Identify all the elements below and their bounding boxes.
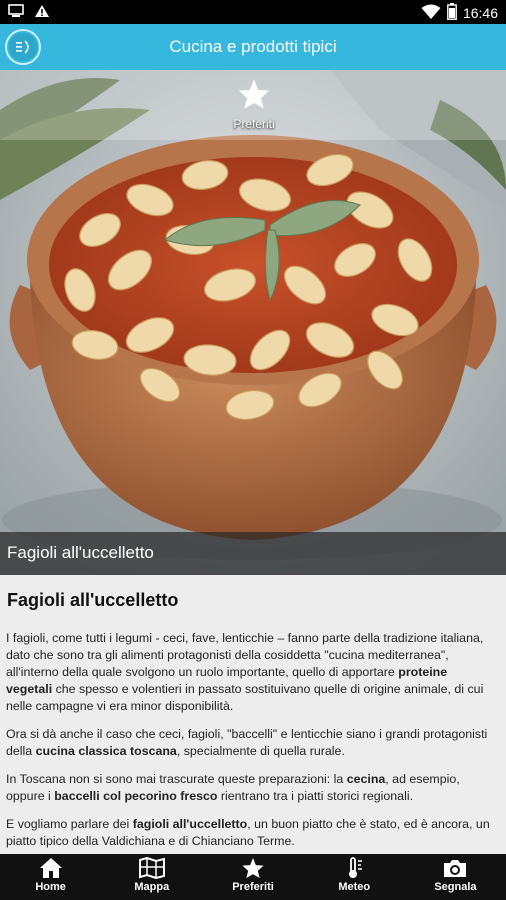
bottom-nav: Home Mappa Preferiti Meteo Segnala <box>0 854 506 900</box>
app-title: Cucina e prodotti tipici <box>169 37 337 56</box>
favorite-toggle[interactable]: Preferiti <box>220 78 288 131</box>
paragraph-2: Ora si dà anche il caso che ceci, fagiol… <box>6 727 488 758</box>
image-caption: Fagioli all'uccelletto <box>7 543 154 562</box>
warning-icon <box>34 4 50 23</box>
nav-map-label: Mappa <box>134 881 170 893</box>
nav-favorites[interactable]: Preferiti <box>202 854 303 900</box>
nav-favorites-label: Preferiti <box>232 881 274 893</box>
status-bar: 16:46 <box>0 0 506 24</box>
nav-report[interactable]: Segnala <box>405 854 506 900</box>
article-title: Fagioli all'uccelletto <box>7 590 179 610</box>
nav-home[interactable]: Home <box>0 854 101 900</box>
nav-report-label: Segnala <box>434 881 477 893</box>
star-icon <box>242 857 264 879</box>
paragraph-3: In Toscana non si sono mai trascurate qu… <box>6 772 460 803</box>
camera-icon <box>444 860 467 877</box>
paragraph-1: I fagioli, come tutti i legumi - ceci, f… <box>6 631 484 713</box>
clock-time: 16:46 <box>462 5 498 21</box>
home-icon <box>39 858 62 878</box>
app-bar: Cucina e prodotti tipici <box>0 24 506 70</box>
nav-map[interactable]: Mappa <box>101 854 202 900</box>
image-caption-bar: Fagioli all'uccelletto <box>0 532 506 575</box>
wifi-icon <box>421 4 441 23</box>
article-body: I fagioli, come tutti i legumi - ceci, f… <box>6 630 496 855</box>
weather-icon <box>349 857 363 878</box>
nav-home-label: Home <box>35 881 66 893</box>
map-icon <box>138 857 165 879</box>
star-icon <box>238 79 270 109</box>
nav-weather[interactable]: Meteo <box>304 854 405 900</box>
dish-photo <box>0 70 506 575</box>
favorite-label: Preferiti <box>233 117 275 131</box>
nav-weather-label: Meteo <box>338 881 371 893</box>
paragraph-4: E vogliamo parlare dei fagioli all'uccel… <box>6 817 490 848</box>
article-content: Fagioli all'uccelletto I fagioli, come t… <box>0 575 506 855</box>
battery-icon <box>447 3 457 23</box>
dish-illustration <box>0 70 506 575</box>
screen-icon <box>8 4 24 23</box>
